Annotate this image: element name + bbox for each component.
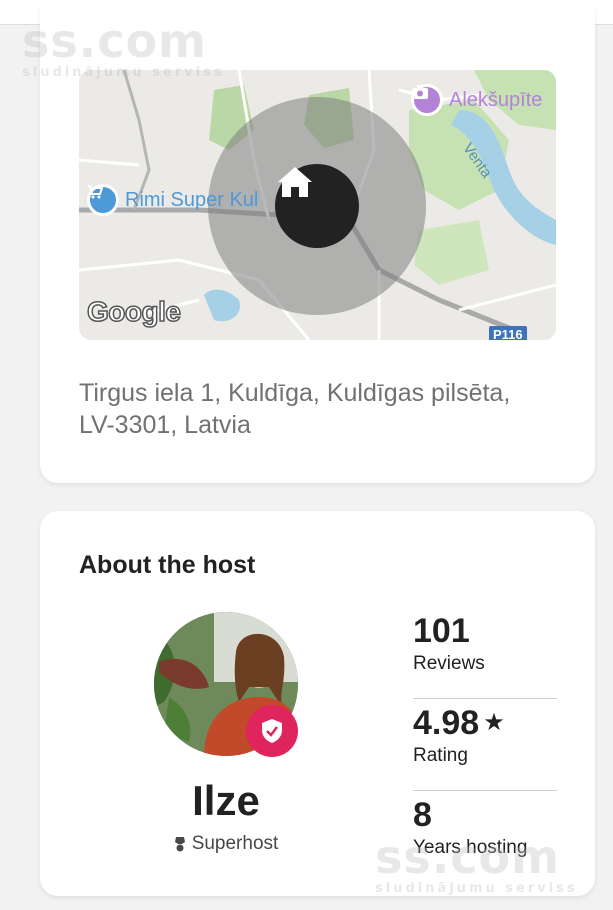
home-pin[interactable] bbox=[275, 164, 359, 248]
section-title: About the host bbox=[79, 551, 256, 579]
stat-value: 8 bbox=[413, 796, 432, 834]
address-text: Tirgus iela 1, Kuldīga, Kuldīgas pilsēta… bbox=[79, 379, 511, 439]
superhost-label: Superhost bbox=[126, 833, 326, 855]
stat-rating[interactable]: 4.98 ★ Rating bbox=[413, 699, 557, 791]
map-poi-shop[interactable]: Rimi Super Kul bbox=[87, 184, 258, 216]
location-card: Rimi Super Kul Alekšupīte Venta Google P… bbox=[40, 6, 595, 483]
cart-icon bbox=[87, 184, 119, 216]
superhost-text: Superhost bbox=[191, 833, 279, 854]
rating-value: 4.98 bbox=[413, 704, 480, 742]
host-card: About the host Ilze Superhost 101 Review… bbox=[40, 511, 595, 896]
star-icon: ★ bbox=[483, 709, 505, 736]
stat-years-hosting: 8 Years hosting bbox=[413, 791, 557, 883]
map-poi-photo[interactable]: Alekšupīte bbox=[411, 84, 542, 116]
stat-reviews[interactable]: 101 Reviews bbox=[413, 607, 557, 699]
stat-value: 101 bbox=[413, 612, 470, 650]
home-icon bbox=[278, 167, 312, 197]
poi-photo-label: Alekšupīte bbox=[449, 88, 543, 111]
shield-check-icon bbox=[262, 719, 282, 743]
poi-shop-label: Rimi Super Kul bbox=[125, 188, 259, 211]
map[interactable]: Rimi Super Kul Alekšupīte Venta Google P… bbox=[79, 70, 556, 340]
superhost-badge bbox=[246, 705, 298, 757]
camera-icon bbox=[411, 84, 443, 116]
google-logo: Google bbox=[86, 295, 181, 328]
stat-label: Reviews bbox=[413, 653, 485, 674]
stat-label: Rating bbox=[413, 745, 468, 766]
stat-value-rating: 4.98 ★ bbox=[413, 703, 557, 743]
host-name: Ilze bbox=[192, 777, 260, 824]
host-stats: 101 Reviews 4.98 ★ Rating 8 Years hostin… bbox=[413, 607, 557, 883]
medal-icon bbox=[174, 837, 185, 852]
stat-label: Years hosting bbox=[413, 837, 528, 858]
road-badge: P116 bbox=[489, 326, 527, 340]
